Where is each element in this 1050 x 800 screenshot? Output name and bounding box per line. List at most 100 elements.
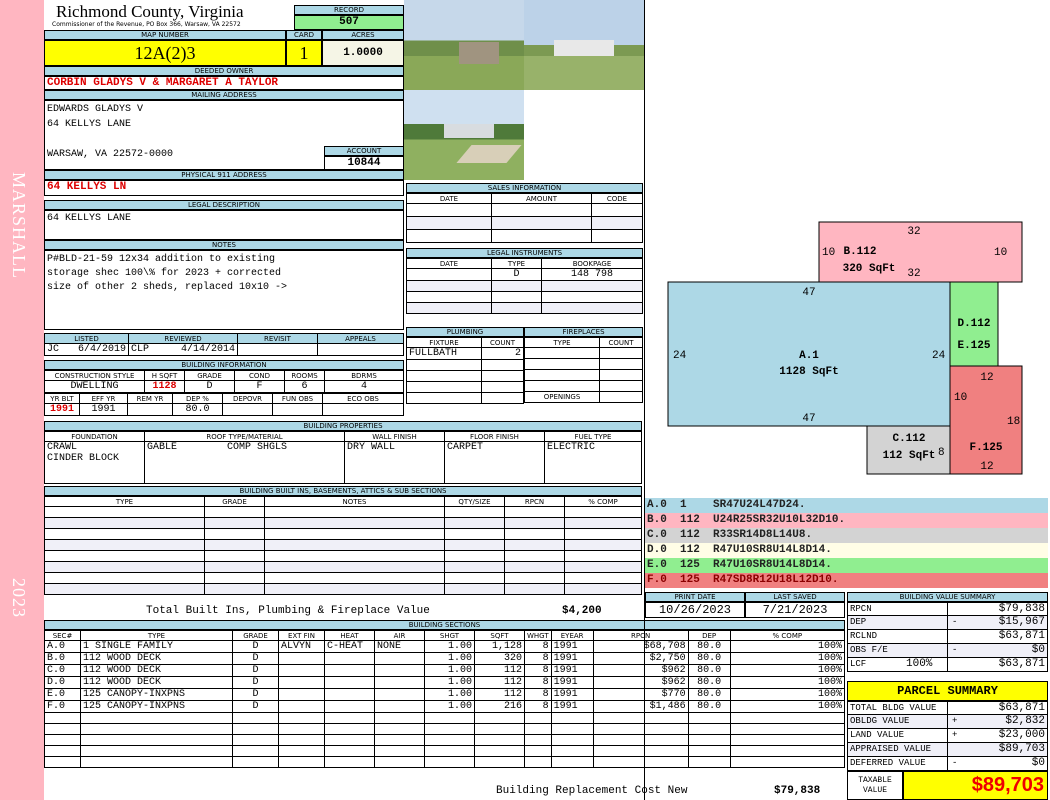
summary-value: $0 — [1031, 644, 1045, 656]
table-cell — [599, 369, 643, 381]
table-cell — [504, 583, 565, 595]
table-cell — [541, 291, 643, 303]
table-cell: 1128 — [144, 380, 185, 393]
table-cell: 125 CANOPY-INXPNS — [80, 700, 233, 713]
table-cell — [374, 676, 425, 689]
table-row — [44, 734, 846, 746]
table-cell — [592, 712, 689, 724]
property-photo[interactable] — [404, 0, 524, 90]
physical-address-label: PHYSICAL 911 ADDRESS — [44, 170, 404, 180]
table-cell: 100% — [729, 688, 846, 701]
table-cell — [406, 302, 492, 314]
table-cell: 1991 — [550, 652, 594, 665]
column-header: TYPE — [80, 630, 233, 641]
table-cell — [374, 664, 425, 677]
notes-line: storage shec 100\% for 2023 + corrected — [47, 268, 282, 279]
summary-label: OBLDG VALUE — [850, 716, 910, 726]
table-cell: 8 — [524, 676, 552, 689]
summary-divider — [947, 603, 948, 615]
property-photo[interactable] — [404, 90, 524, 180]
table-cell: F.0 — [44, 700, 81, 713]
summary-divider — [947, 630, 948, 643]
column-header: BOOKPAGE — [541, 258, 643, 269]
table-cell — [444, 506, 505, 518]
column-header: DATE — [406, 193, 492, 204]
roof-value: GABLE COMP SHGLS — [144, 441, 345, 484]
summary-divider — [947, 616, 948, 629]
column-header: TYPE — [524, 337, 600, 348]
table-cell: 1.00 — [424, 664, 475, 677]
section-code: 1 — [680, 499, 714, 511]
summary-row: OBS F/E - $0 — [847, 644, 1048, 658]
table-cell — [406, 392, 482, 404]
table-row: 1991 1991 80.0 — [44, 403, 404, 416]
sketch-label: 320 SqFt — [843, 263, 896, 275]
summary-sign: + — [952, 730, 958, 740]
column-header: CONSTRUCTION STYLE — [44, 370, 145, 381]
table-cell: 100% — [729, 700, 846, 713]
building-properties-label: BUILDING PROPERTIES — [44, 421, 642, 431]
notes-line: size of other 2 sheds, replaced 10x10 -> — [47, 282, 288, 293]
table-row — [406, 370, 524, 382]
table-cell: C-HEAT — [324, 640, 375, 653]
table-row: CONSTRUCTION STYLE H SQFT GRADE COND ROOMS BD… — [44, 370, 404, 381]
summary-row: LCF 100% $63,871 — [847, 658, 1048, 672]
column-header: HEAT — [324, 630, 375, 641]
taxable-value-label: TAXABLE VALUE — [847, 771, 903, 800]
table-cell — [324, 664, 375, 677]
summary-row: APPRAISED VALUE $89,703 — [847, 743, 1048, 757]
table-cell: 1991 — [550, 688, 594, 701]
column-header: DEP % — [172, 393, 223, 404]
last-saved-date: 7/21/2023 — [745, 602, 845, 618]
table-cell — [729, 734, 846, 746]
table-row: SEC# TYPE GRADE EXT FIN HEAT AIR SHGT SQFT WHGT E… — [44, 630, 846, 641]
table-cell: 80.0 — [687, 688, 731, 701]
account-number: 10844 — [324, 156, 404, 170]
table-cell: D — [232, 652, 279, 665]
value-summary-table: RPCN $79,838 DEP - $15,967 RCLND $63,871 OBS F/… — [847, 602, 1048, 672]
summary-value: $89,703 — [998, 743, 1045, 755]
summary-percent: 100% — [906, 658, 933, 670]
table-cell: 80.0 — [687, 652, 731, 665]
table-cell — [278, 712, 325, 724]
table-cell — [204, 583, 265, 595]
table-cell: 4 — [324, 380, 404, 393]
table-cell: $1,486 — [592, 700, 689, 713]
table-cell — [44, 517, 205, 529]
table-cell — [524, 745, 552, 757]
table-cell: 80.0 — [172, 403, 223, 416]
table-cell — [204, 561, 265, 573]
table-row — [406, 216, 643, 230]
table-cell — [564, 550, 642, 562]
table-cell — [591, 216, 643, 230]
table-row — [406, 302, 643, 314]
table-cell: E.0 — [44, 688, 81, 701]
summary-divider — [947, 729, 948, 742]
table-cell — [550, 712, 594, 724]
table-cell — [591, 203, 643, 217]
table-cell — [222, 403, 273, 416]
table-cell — [278, 734, 325, 746]
table-cell: D — [232, 688, 279, 701]
table-cell: 100% — [729, 640, 846, 653]
table-cell — [592, 734, 689, 746]
shed-shape — [459, 42, 499, 64]
table-cell: F — [234, 380, 285, 393]
column-header: WHGT — [524, 630, 552, 641]
table-cell — [232, 723, 279, 735]
table-cell — [324, 734, 375, 746]
column-header: ECO OBS — [322, 393, 404, 404]
sketch-dim: 10 — [822, 247, 835, 259]
table-cell — [80, 745, 233, 757]
mailing-line-1: EDWARDS GLADYS V — [47, 104, 144, 115]
table-cell: 216 — [474, 700, 525, 713]
summary-label: DEP — [850, 617, 867, 627]
table-cell — [232, 745, 279, 757]
table-cell — [204, 550, 265, 562]
column-header: RPCN — [592, 630, 689, 641]
table-cell — [374, 756, 425, 768]
property-photo[interactable] — [524, 0, 644, 90]
section-code: 125 — [680, 559, 714, 571]
summary-divider — [947, 644, 948, 657]
table-cell: 1.00 — [424, 640, 475, 653]
